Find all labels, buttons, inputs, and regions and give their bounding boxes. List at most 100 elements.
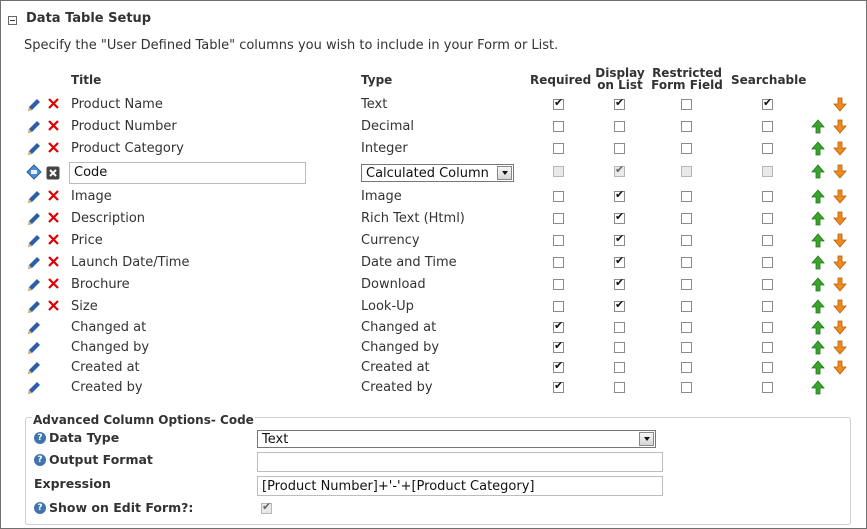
save-icon[interactable]: [26, 164, 42, 180]
pencil-icon[interactable]: [26, 340, 42, 356]
delete-icon[interactable]: [46, 277, 60, 291]
required-checkbox[interactable]: [553, 279, 564, 290]
restricted-checkbox[interactable]: [681, 121, 692, 132]
delete-icon[interactable]: [46, 255, 60, 269]
pencil-icon[interactable]: [26, 233, 42, 249]
restricted-checkbox[interactable]: [681, 166, 692, 177]
arrow-down-icon[interactable]: [833, 119, 847, 134]
searchable-checkbox[interactable]: [762, 191, 773, 202]
restricted-checkbox[interactable]: [681, 213, 692, 224]
arrow-down-icon[interactable]: [833, 255, 847, 270]
required-checkbox[interactable]: [553, 319, 564, 333]
pencil-icon[interactable]: [26, 255, 42, 271]
display-checkbox[interactable]: [614, 276, 625, 290]
delete-icon[interactable]: [46, 141, 60, 155]
arrow-up-icon[interactable]: [811, 380, 825, 395]
help-icon[interactable]: ?: [34, 454, 46, 466]
arrow-down-icon[interactable]: [833, 320, 847, 335]
display-checkbox[interactable]: [614, 121, 625, 132]
searchable-checkbox[interactable]: [762, 166, 773, 177]
display-checkbox[interactable]: [614, 210, 625, 224]
show-on-edit-checkbox[interactable]: [261, 500, 272, 514]
display-checkbox[interactable]: [614, 143, 625, 154]
display-checkbox[interactable]: [614, 342, 625, 353]
pencil-icon[interactable]: [26, 299, 42, 315]
restricted-checkbox[interactable]: [681, 191, 692, 202]
pencil-icon[interactable]: [26, 97, 42, 113]
required-checkbox[interactable]: [553, 96, 564, 110]
searchable-checkbox[interactable]: [762, 382, 773, 393]
restricted-checkbox[interactable]: [681, 99, 692, 110]
searchable-checkbox[interactable]: [762, 121, 773, 132]
restricted-checkbox[interactable]: [681, 342, 692, 353]
required-checkbox[interactable]: [553, 166, 564, 177]
searchable-checkbox[interactable]: [762, 322, 773, 333]
required-checkbox[interactable]: [553, 359, 564, 373]
restricted-checkbox[interactable]: [681, 322, 692, 333]
type-select[interactable]: Calculated Column: [361, 164, 514, 182]
searchable-checkbox[interactable]: [762, 143, 773, 154]
delete-icon[interactable]: [46, 119, 60, 133]
pencil-icon[interactable]: [26, 141, 42, 157]
arrow-up-icon[interactable]: [811, 141, 825, 156]
arrow-up-icon[interactable]: [811, 320, 825, 335]
collapse-icon[interactable]: [8, 16, 17, 25]
pencil-icon[interactable]: [26, 119, 42, 135]
searchable-checkbox[interactable]: [762, 96, 773, 110]
required-checkbox[interactable]: [553, 235, 564, 246]
cancel-icon[interactable]: [46, 166, 60, 180]
chevron-down-icon[interactable]: [639, 432, 654, 446]
required-checkbox[interactable]: [553, 213, 564, 224]
display-checkbox[interactable]: [614, 232, 625, 246]
delete-icon[interactable]: [46, 233, 60, 247]
delete-icon[interactable]: [46, 189, 60, 203]
arrow-down-icon[interactable]: [833, 141, 847, 156]
searchable-checkbox[interactable]: [762, 342, 773, 353]
delete-icon[interactable]: [46, 211, 60, 225]
help-icon[interactable]: ?: [34, 502, 46, 514]
arrow-down-icon[interactable]: [833, 97, 847, 112]
expression-input[interactable]: [Product Number]+'-'+[Product Category]: [257, 476, 663, 496]
arrow-down-icon[interactable]: [833, 164, 847, 179]
display-checkbox[interactable]: [614, 382, 625, 393]
display-checkbox[interactable]: [614, 188, 625, 202]
display-checkbox[interactable]: [614, 362, 625, 373]
arrow-up-icon[interactable]: [811, 189, 825, 204]
arrow-down-icon[interactable]: [833, 340, 847, 355]
arrow-down-icon[interactable]: [833, 189, 847, 204]
required-checkbox[interactable]: [553, 143, 564, 154]
searchable-checkbox[interactable]: [762, 362, 773, 373]
restricted-checkbox[interactable]: [681, 257, 692, 268]
delete-icon[interactable]: [46, 299, 60, 313]
arrow-up-icon[interactable]: [811, 255, 825, 270]
arrow-up-icon[interactable]: [811, 233, 825, 248]
pencil-icon[interactable]: [26, 360, 42, 376]
searchable-checkbox[interactable]: [762, 235, 773, 246]
arrow-up-icon[interactable]: [811, 277, 825, 292]
arrow-down-icon[interactable]: [833, 233, 847, 248]
restricted-checkbox[interactable]: [681, 235, 692, 246]
arrow-up-icon[interactable]: [811, 119, 825, 134]
arrow-down-icon[interactable]: [833, 277, 847, 292]
searchable-checkbox[interactable]: [762, 279, 773, 290]
pencil-icon[interactable]: [26, 380, 42, 396]
restricted-checkbox[interactable]: [681, 143, 692, 154]
required-checkbox[interactable]: [553, 301, 564, 312]
display-checkbox[interactable]: [614, 322, 625, 333]
arrow-up-icon[interactable]: [811, 299, 825, 314]
help-icon[interactable]: ?: [34, 432, 46, 444]
required-checkbox[interactable]: [553, 379, 564, 393]
restricted-checkbox[interactable]: [681, 362, 692, 373]
data-type-select[interactable]: Text: [257, 430, 656, 448]
pencil-icon[interactable]: [26, 211, 42, 227]
arrow-up-icon[interactable]: [811, 164, 825, 179]
pencil-icon[interactable]: [26, 320, 42, 336]
output-format-input[interactable]: [257, 452, 663, 472]
searchable-checkbox[interactable]: [762, 213, 773, 224]
arrow-up-icon[interactable]: [811, 360, 825, 375]
restricted-checkbox[interactable]: [681, 279, 692, 290]
arrow-up-icon[interactable]: [811, 340, 825, 355]
required-checkbox[interactable]: [553, 191, 564, 202]
pencil-icon[interactable]: [26, 189, 42, 205]
title-input[interactable]: Code: [69, 162, 306, 184]
